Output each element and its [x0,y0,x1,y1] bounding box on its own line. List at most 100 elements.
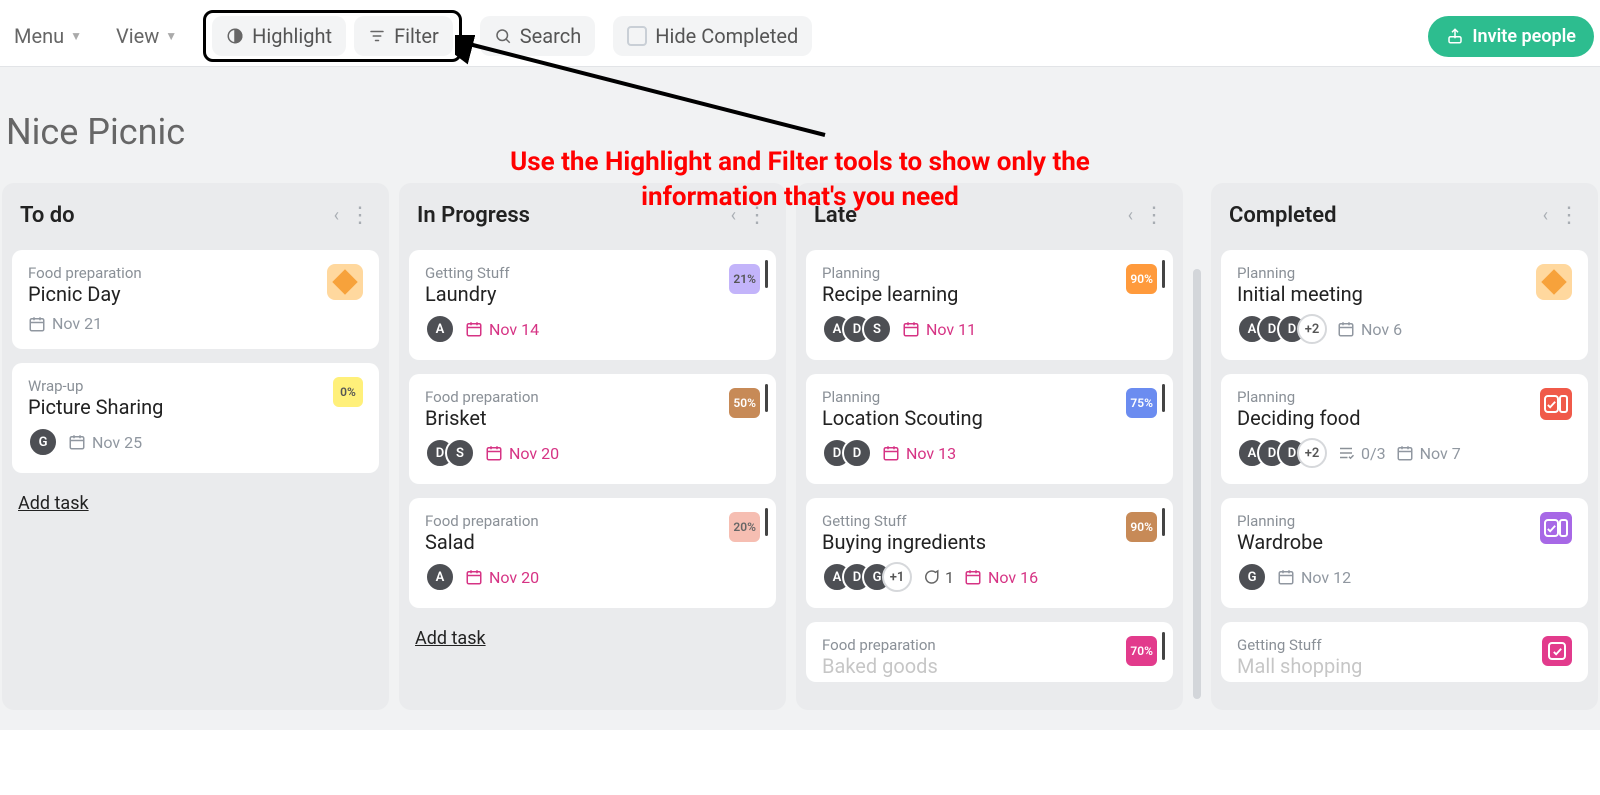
task-card[interactable]: Food preparation Brisket 50% D S Nov 20 [409,374,776,484]
done-badge [1542,636,1572,666]
search-button[interactable]: Search [480,16,595,56]
column-prev-icon[interactable]: ‹ [1543,205,1548,226]
card-date: Nov 21 [28,314,102,333]
avatar-more: +2 [1297,438,1327,468]
calendar-icon [882,444,900,462]
column-late: Late ‹ ⋮ Planning Recipe learning 90% [796,183,1183,710]
column-prev-icon[interactable]: ‹ [731,205,736,226]
progress-badge: 0% [333,377,363,407]
task-card[interactable]: Wrap-up Picture Sharing 0% G Nov 25 [12,363,379,473]
card-category: Planning [1237,264,1363,282]
view-dropdown[interactable]: View ▼ [108,18,185,54]
card-category: Getting Stuff [425,264,510,282]
comment-count: 1 [922,568,954,587]
task-card[interactable]: Planning Location Scouting 75% D D Nov 1… [806,374,1173,484]
view-label: View [116,24,159,48]
card-date: Nov 14 [465,320,539,339]
card-category: Planning [1237,388,1361,406]
task-card[interactable]: Getting Stuff Laundry 21% A Nov 14 [409,250,776,360]
progress-badge: 20% [729,512,760,542]
invite-label: Invite people [1472,26,1576,47]
card-date: Nov 6 [1337,320,1402,339]
avatar: S [862,314,892,344]
card-title: Baked goods [822,654,938,678]
card-category: Food preparation [28,264,142,282]
column-prev-icon[interactable]: ‹ [1128,205,1133,226]
avatar-more: +1 [882,562,912,592]
column-prev-icon[interactable]: ‹ [334,205,339,226]
task-card[interactable]: Planning Initial meeting A D D +2 Nov 6 [1221,250,1588,360]
avatar-more: +2 [1297,314,1327,344]
share-icon [1446,27,1464,45]
column-menu-icon[interactable]: ⋮ [746,203,768,228]
progress-badge: 70% [1126,636,1157,666]
column-title: To do [20,203,75,228]
calendar-icon [902,320,920,338]
card-title: Buying ingredients [822,530,986,554]
add-task-button[interactable]: Add task [409,622,492,655]
done-badge [1540,388,1572,420]
avatar: G [28,427,58,457]
filter-icon [368,27,386,45]
column-title: Late [814,203,857,228]
calendar-icon [1277,568,1295,586]
add-task-button[interactable]: Add task [12,487,95,520]
card-date: Nov 7 [1396,444,1461,463]
menu-dropdown[interactable]: Menu ▼ [6,18,90,54]
card-category: Wrap-up [28,377,163,395]
task-card[interactable]: Getting Stuff Mall shopping [1221,622,1588,682]
card-date: Nov 20 [465,568,539,587]
contrast-icon [226,27,244,45]
task-card[interactable]: Food preparation Baked goods 70% [806,622,1173,682]
card-category: Planning [1237,512,1323,530]
highlight-button[interactable]: Highlight [212,16,346,56]
menu-label: Menu [14,24,64,48]
highlight-filter-callout: Highlight Filter [203,10,462,62]
invite-people-button[interactable]: Invite people [1428,16,1594,57]
card-title: Salad [425,530,539,554]
card-category: Food preparation [425,388,539,406]
card-title: Laundry [425,282,510,306]
task-card[interactable]: Planning Recipe learning 90% A D S Nov 1… [806,250,1173,360]
calendar-icon [28,315,46,333]
highlight-label: Highlight [252,24,332,48]
calendar-icon [465,568,483,586]
card-date: Nov 20 [485,444,559,463]
card-category: Planning [822,264,958,282]
calendar-icon [1337,320,1355,338]
avatar: D [842,438,872,468]
progress-badge: 21% [729,264,760,294]
card-date: Nov 12 [1277,568,1351,587]
avatars: G [28,427,58,457]
task-card[interactable]: Food preparation Picnic Day Nov 21 [12,250,379,349]
checklist-progress: 0/3 [1337,444,1386,463]
task-card[interactable]: Planning Wardrobe G Nov 12 [1221,498,1588,608]
card-category: Getting Stuff [1237,636,1362,654]
progress-badge: 90% [1126,512,1157,542]
task-card[interactable]: Food preparation Salad 20% A Nov 20 [409,498,776,608]
hide-completed-toggle[interactable]: Hide Completed [613,16,812,56]
card-category: Food preparation [425,512,539,530]
filter-button[interactable]: Filter [354,16,453,56]
priority-badge [1536,264,1572,300]
column-menu-icon[interactable]: ⋮ [1558,203,1580,228]
column-completed: Completed ‹ ⋮ Planning Initial meeting A [1211,183,1598,710]
task-card[interactable]: Planning Deciding food A D D +2 [1221,374,1588,484]
column-menu-icon[interactable]: ⋮ [1143,203,1165,228]
chevron-down-icon: ▼ [165,29,177,43]
calendar-icon [1396,444,1414,462]
vertical-scrollbar[interactable] [1193,269,1201,699]
checklist-icon [1337,444,1355,462]
avatar: G [1237,562,1267,592]
calendar-icon [68,433,86,451]
checkbox-icon [627,26,647,46]
column-menu-icon[interactable]: ⋮ [349,203,371,228]
calendar-icon [485,444,503,462]
card-date: Nov 25 [68,433,142,452]
avatar: S [445,438,475,468]
card-title: Mall shopping [1237,654,1362,678]
progress-badge: 50% [729,388,760,418]
hide-completed-label: Hide Completed [655,24,798,48]
task-card[interactable]: Getting Stuff Buying ingredients 90% A D… [806,498,1173,608]
card-title: Recipe learning [822,282,958,306]
